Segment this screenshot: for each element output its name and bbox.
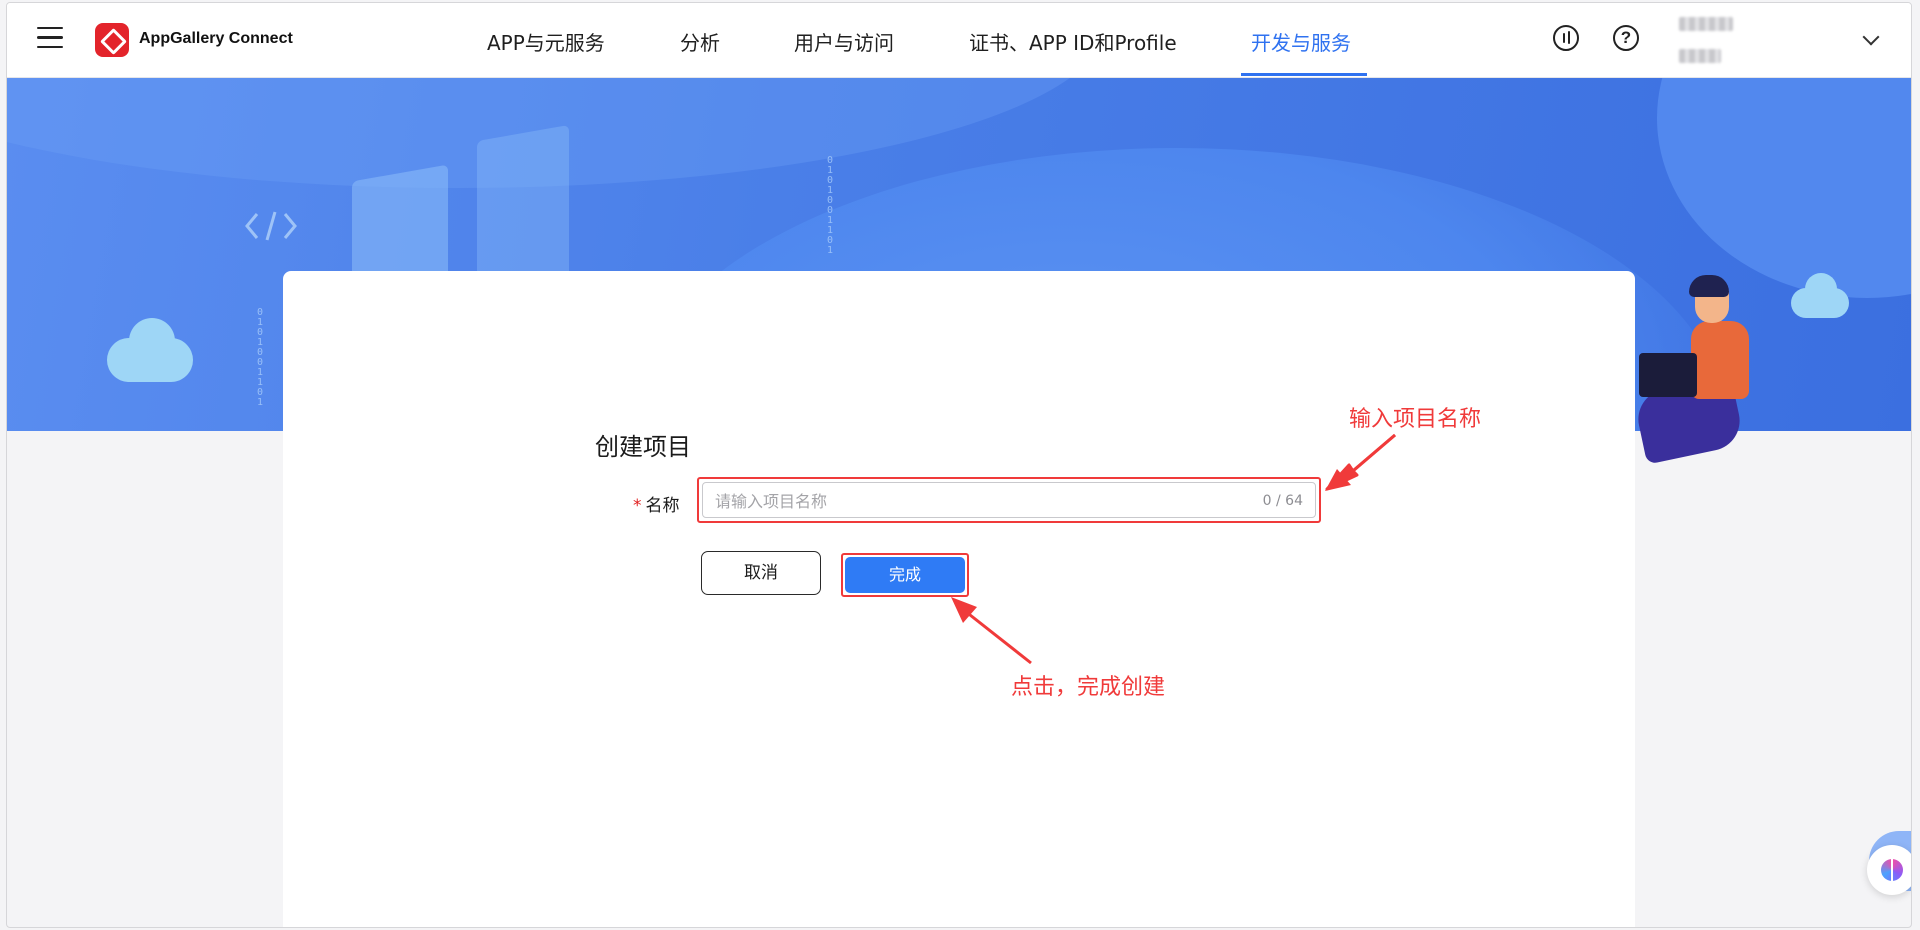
ai-assistant-icon[interactable] [1867,845,1911,895]
annotation-arrows [951,433,1396,665]
browser-viewport: AppGallery Connect APP与元服务 分析 用户与访问 证书、A… [6,2,1912,928]
annotation-arrow-submit-shaft [964,609,1032,665]
annotation-arrow-input-shaft [1340,433,1396,483]
